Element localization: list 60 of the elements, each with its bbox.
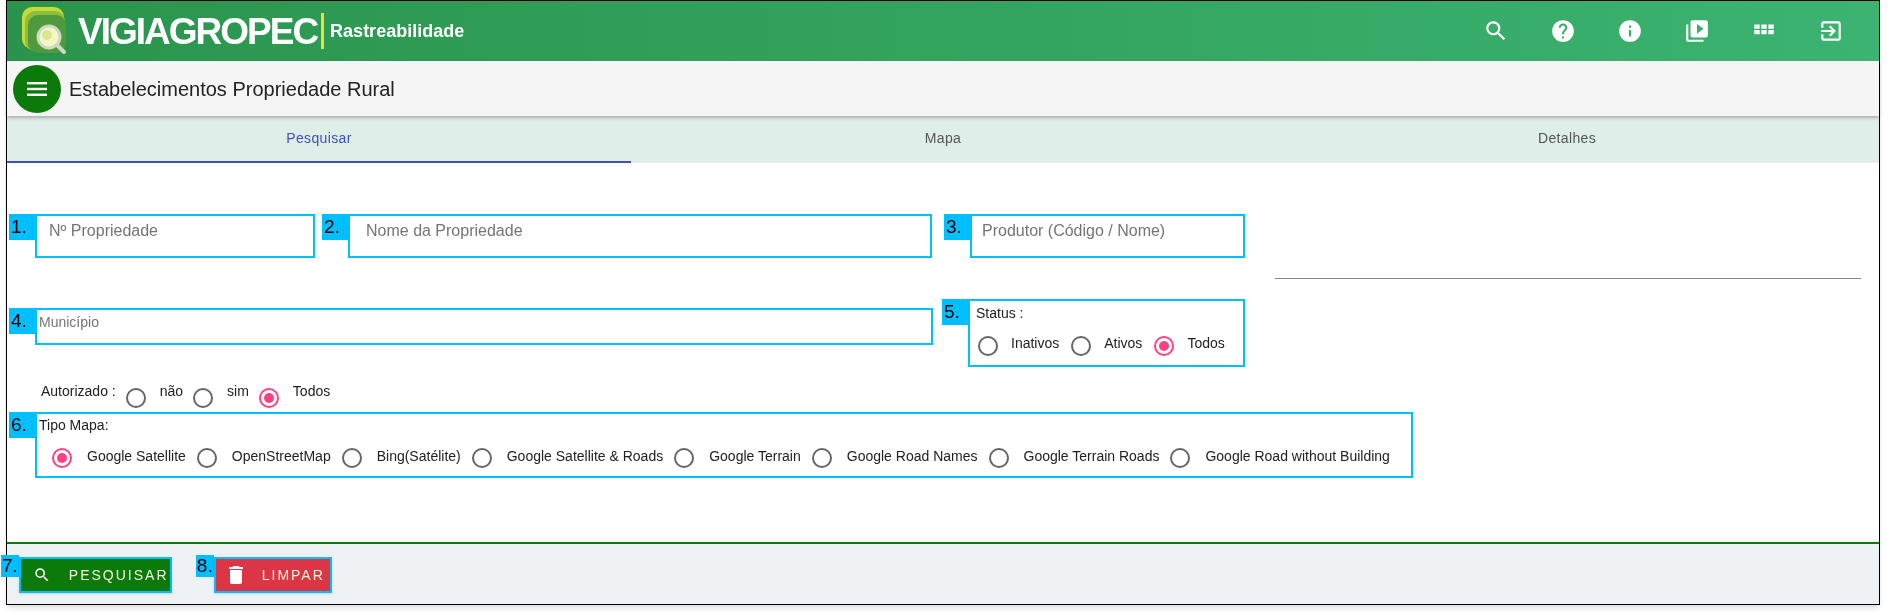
number-label: 3. [944, 214, 970, 240]
input-field[interactable]: Nome da Propriedade [348, 214, 932, 258]
page-title: Estabelecimentos Propriedade Rural [69, 76, 395, 102]
radio-button[interactable] [978, 336, 998, 356]
brand-subtitle: Rastreabilidade [330, 19, 465, 43]
option-label: Google Terrain Roads [1023, 446, 1160, 466]
search-icon [32, 566, 51, 584]
option-label: Google Satellite [87, 446, 186, 466]
clear-button[interactable]: LIMPAR [213, 557, 332, 593]
option-label: Todos [292, 381, 331, 401]
number-label: 1. [9, 214, 35, 240]
radio-button[interactable] [258, 388, 279, 408]
radio-button[interactable] [1154, 336, 1175, 356]
option-label: Ativos [1104, 333, 1143, 353]
radio-button[interactable] [471, 448, 492, 468]
logout-icon[interactable] [1818, 18, 1844, 44]
radio-button[interactable] [811, 448, 832, 468]
radio-button[interactable] [988, 448, 1009, 468]
option-label: Google Road Names [846, 446, 978, 466]
trash-icon [227, 566, 244, 584]
radio-button[interactable] [1170, 448, 1191, 468]
option-label: Todos [1187, 333, 1225, 353]
option-label: sim [227, 381, 249, 401]
option-label: não [159, 381, 184, 401]
input-field[interactable]: Nº Propriedade [35, 214, 315, 258]
search-button[interactable]: PESQUISAR [18, 557, 172, 593]
tab[interactable]: Detalhes [1255, 116, 1879, 163]
input-field[interactable]: Município [35, 308, 933, 345]
option-label: Google Terrain [709, 446, 801, 466]
menu-button[interactable] [13, 64, 61, 113]
input-field[interactable]: Produtor (Código / Nome) [970, 214, 1245, 258]
radio-button[interactable] [193, 388, 214, 408]
number-label: 7. [1, 555, 19, 577]
group-label: Status : [976, 304, 1024, 323]
group-label: Tipo Mapa: [39, 416, 109, 435]
radio-button[interactable] [674, 448, 695, 468]
video-library-icon[interactable] [1684, 18, 1710, 44]
help-icon[interactable] [1550, 18, 1576, 44]
brand-name: VIGIAGROPEC [78, 12, 318, 50]
number-label: 4. [9, 308, 35, 334]
group-label: Autorizado : [41, 381, 116, 401]
info-icon[interactable] [1617, 18, 1643, 44]
menu-icon [27, 80, 47, 97]
radio-button[interactable] [341, 448, 362, 468]
option-label: OpenStreetMap [231, 446, 331, 466]
radio-button[interactable] [196, 448, 217, 468]
option-label: Google Road without Building [1205, 446, 1390, 466]
number-label: 8. [195, 555, 214, 577]
number-label: 5. [942, 299, 968, 325]
option-label: Bing(Satélite) [376, 446, 461, 466]
option-label: Inativos [1011, 333, 1060, 353]
number-label: 6. [9, 412, 35, 438]
tab[interactable]: Mapa [631, 116, 1255, 163]
option-label: Google Satellite & Roads [506, 446, 664, 466]
tab[interactable]: Pesquisar [7, 116, 631, 163]
radio-button[interactable] [52, 448, 72, 468]
logo-divider [321, 13, 325, 49]
radio-button[interactable] [125, 388, 146, 408]
radio-button[interactable] [1071, 336, 1092, 356]
number-label: 2. [322, 214, 348, 240]
